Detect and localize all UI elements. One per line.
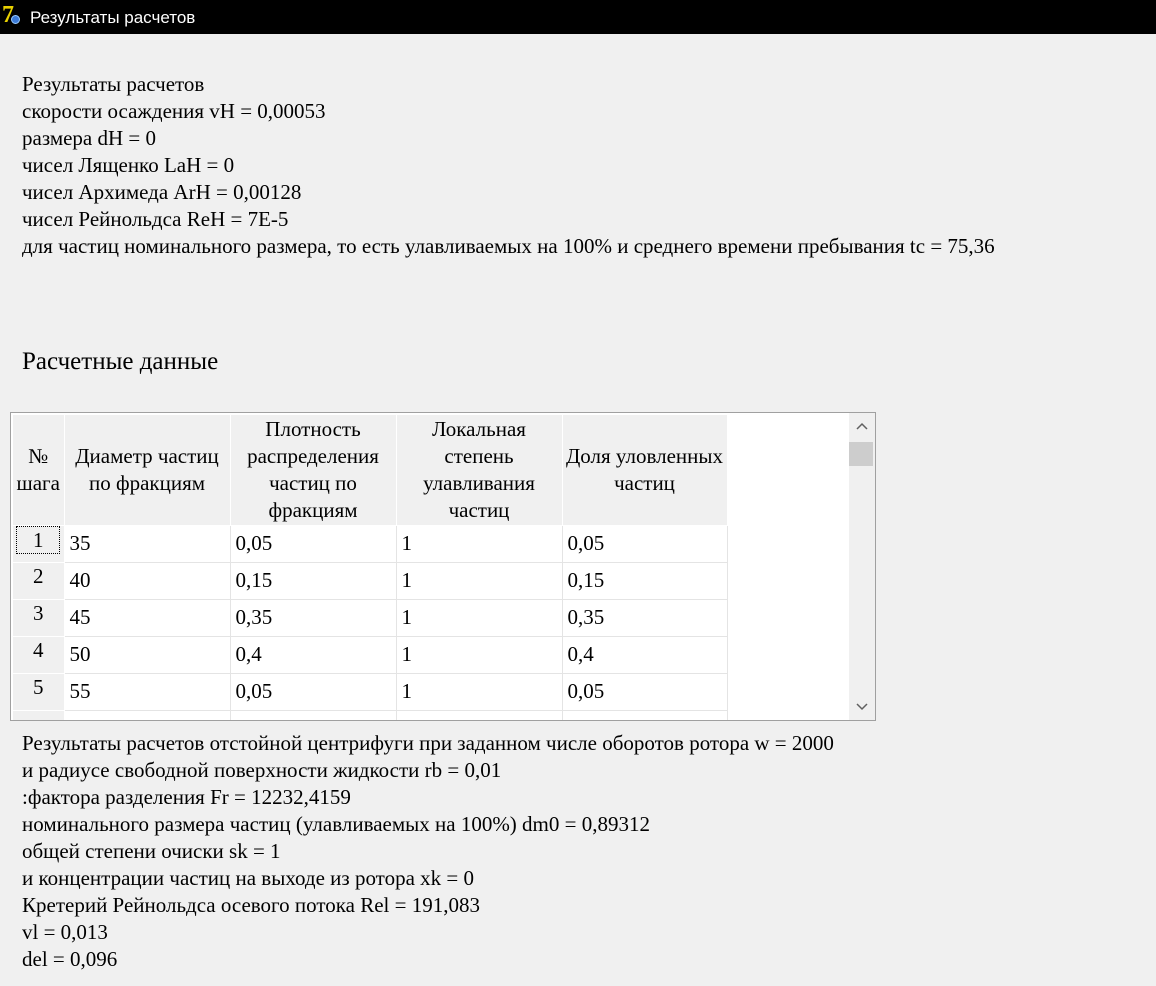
cell-captured-share[interactable]: 0,05: [562, 673, 728, 711]
table-row[interactable]: 1 35 0,05 1 0,05: [13, 525, 728, 563]
column-header-step[interactable]: № шага: [13, 415, 65, 526]
chevron-up-icon: [856, 422, 868, 430]
results-grid[interactable]: № шага Диаметр частиц по фракциям Плотно…: [10, 412, 876, 721]
cell-local-degree[interactable]: 1: [396, 525, 563, 563]
table-row[interactable]: 4 50 0,4 1 0,4: [13, 636, 728, 674]
results-line: :фактора разделения Fr = 12232,4159: [22, 785, 351, 809]
app-icon: 7: [2, 2, 24, 29]
results-line: vl = 0,013: [22, 920, 108, 944]
cell-local-degree[interactable]: 1: [396, 599, 563, 637]
table-row[interactable]: 5 55 0,05 1 0,05: [13, 673, 728, 711]
summary-block: Результаты расчетов скорости осаждения v…: [22, 71, 995, 260]
column-header-density[interactable]: Плотность распределения частиц по фракци…: [230, 415, 397, 526]
results-line: и радиусе свободной поверхности жидкости…: [22, 758, 502, 782]
results-line: и концентрации частиц на выходе из ротор…: [22, 866, 474, 890]
cell-empty: [562, 710, 728, 720]
results-line: номинального размера частиц (улавливаемы…: [22, 812, 650, 836]
row-header[interactable]: 1: [13, 525, 65, 563]
results-line: Кретерий Рейнольдса осевого потока Rel =…: [22, 893, 480, 917]
window-title: Результаты расчетов: [30, 8, 196, 27]
row-header[interactable]: 3: [13, 599, 65, 637]
cell-captured-share[interactable]: 0,15: [562, 562, 728, 600]
column-header-captured-share[interactable]: Доля уловленных частиц: [562, 415, 728, 526]
column-header-diameter[interactable]: Диаметр частиц по фракциям: [64, 415, 231, 526]
cell-density[interactable]: 0,05: [230, 525, 397, 563]
cell-density[interactable]: 0,05: [230, 673, 397, 711]
cell-local-degree[interactable]: 1: [396, 673, 563, 711]
summary-line: размера dH = 0: [22, 126, 157, 150]
summary-line: Результаты расчетов: [22, 72, 205, 96]
row-header[interactable]: 4: [13, 636, 65, 674]
row-header[interactable]: 2: [13, 562, 65, 600]
chevron-down-icon: [856, 703, 868, 711]
cell-local-degree[interactable]: 1: [396, 562, 563, 600]
vertical-scrollbar[interactable]: [849, 413, 875, 720]
cell-captured-share[interactable]: 0,35: [562, 599, 728, 637]
results-block: Результаты расчетов отстойной центрифуги…: [22, 730, 834, 973]
cell-captured-share[interactable]: 0,05: [562, 525, 728, 563]
cell-density[interactable]: 0,35: [230, 599, 397, 637]
cell-empty: [230, 710, 397, 720]
cell-diameter[interactable]: 40: [64, 562, 231, 600]
cell-captured-share[interactable]: 0,4: [562, 636, 728, 674]
summary-line: для частиц номинального размера, то есть…: [22, 234, 995, 258]
summary-line: скорости осаждения vH = 0,00053: [22, 99, 326, 123]
cell-density[interactable]: 0,4: [230, 636, 397, 674]
cell-diameter[interactable]: 55: [64, 673, 231, 711]
cell-local-degree[interactable]: 1: [396, 636, 563, 674]
cell-diameter[interactable]: 45: [64, 599, 231, 637]
row-header[interactable]: 5: [13, 673, 65, 711]
summary-line: чисел Архимеда ArH = 0,00128: [22, 180, 302, 204]
results-line: del = 0,096: [22, 947, 118, 971]
results-line: Результаты расчетов отстойной центрифуги…: [22, 731, 834, 755]
summary-line: чисел Лященко LaH = 0: [22, 153, 235, 177]
cell-empty: [396, 710, 563, 720]
scroll-thumb[interactable]: [849, 442, 873, 466]
header-row: № шага Диаметр частиц по фракциям Плотно…: [13, 415, 728, 526]
table-row[interactable]: 2 40 0,15 1 0,15: [13, 562, 728, 600]
cell-diameter[interactable]: 35: [64, 525, 231, 563]
column-header-local-degree[interactable]: Локальная степень улавливания частиц: [396, 415, 563, 526]
row-header: [13, 710, 65, 720]
cell-density[interactable]: 0,15: [230, 562, 397, 600]
results-line: общей степени очиски sk = 1: [22, 839, 281, 863]
data-table: № шага Диаметр частиц по фракциям Плотно…: [13, 415, 728, 720]
cell-diameter[interactable]: 50: [64, 636, 231, 674]
summary-line: чисел Рейнольдса ReH = 7E-5: [22, 207, 289, 231]
scroll-up-button[interactable]: [849, 413, 875, 439]
table-row-partial: [13, 710, 728, 720]
scroll-down-button[interactable]: [849, 694, 875, 720]
title-bar: 7 Результаты расчетов: [0, 0, 1156, 34]
table-row[interactable]: 3 45 0,35 1 0,35: [13, 599, 728, 637]
section-heading: Расчетные данные: [22, 348, 219, 375]
cell-empty: [64, 710, 231, 720]
